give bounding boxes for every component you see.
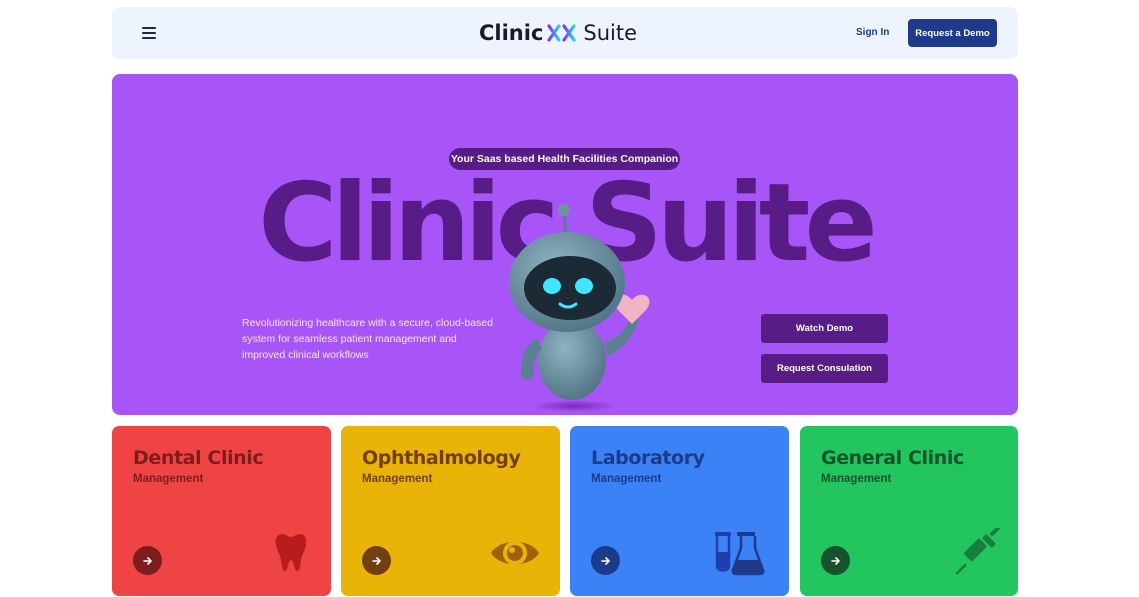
brand-name-suite: Suite [583,21,638,45]
card-subtitle: Management [133,473,204,485]
robot-mascot-image [509,204,650,412]
card-ophthalmology[interactable]: Ophthalmology Management [341,426,560,596]
card-subtitle: Management [591,473,662,485]
card-dental-clinic[interactable]: Dental Clinic Management [112,426,331,596]
card-title: General Clinic [821,447,964,469]
arrow-right-icon[interactable] [133,546,162,575]
request-demo-button[interactable]: Request a Demo [908,19,997,47]
syringe-icon [955,528,1000,575]
hamburger-menu-icon[interactable] [142,27,156,39]
brand-name-clinic: Clinic [479,21,544,45]
brand-logo[interactable]: Clinic Suite [479,19,637,47]
tooth-icon [275,534,307,571]
hero-banner: Your Saas based Health Facilities Compan… [112,74,1018,415]
request-consultation-button[interactable]: Request Consulation [761,354,888,383]
sign-in-link[interactable]: Sign In [856,27,889,38]
brand-x-icon [547,24,577,42]
lab-flask-icon [715,532,765,576]
card-subtitle: Management [362,473,433,485]
hero-description: Revolutionizing healthcare with a secure… [242,317,493,361]
arrow-right-icon[interactable] [591,546,620,575]
arrow-right-icon[interactable] [362,546,391,575]
card-laboratory[interactable]: Laboratory Management [570,426,789,596]
card-subtitle: Management [821,473,892,485]
card-title: Dental Clinic [133,447,264,469]
card-title: Laboratory [591,447,705,469]
eye-icon [491,541,539,565]
card-general-clinic[interactable]: General Clinic Management [800,426,1018,596]
arrow-right-icon[interactable] [821,546,850,575]
top-navbar: Clinic Suite Sign In Request a Demo [112,7,1018,59]
watch-demo-button[interactable]: Watch Demo [761,314,888,343]
card-title: Ophthalmology [362,447,521,469]
